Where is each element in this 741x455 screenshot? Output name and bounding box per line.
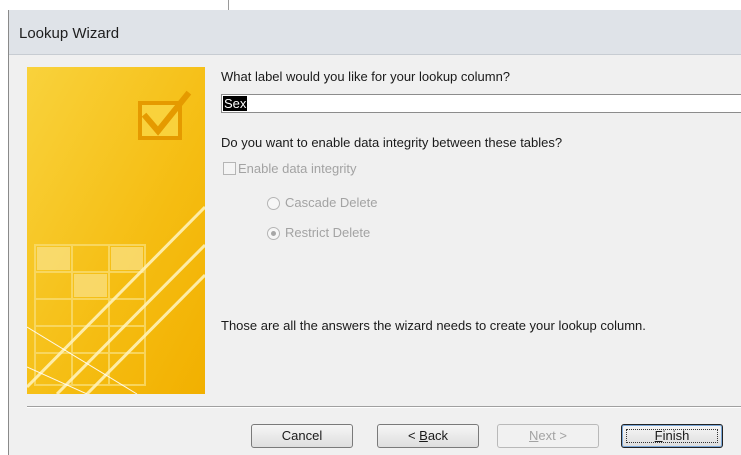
cancel-button[interactable]: Cancel <box>251 424 353 448</box>
background-divider <box>228 0 229 10</box>
focus-rectangle <box>626 429 718 443</box>
back-button[interactable]: < Back <box>377 424 479 448</box>
dialog-body: What label would you like for your looku… <box>9 55 741 455</box>
next-button[interactable]: Next > <box>497 424 599 448</box>
label-prompt: What label would you like for your looku… <box>221 69 511 84</box>
selected-text: Sex <box>223 96 248 111</box>
back-button-accel: B <box>419 428 428 443</box>
next-button-accel: N <box>529 428 539 443</box>
integrity-question: Do you want to enable data integrity bet… <box>221 135 563 150</box>
back-button-rest: ack <box>427 428 449 443</box>
finish-button[interactable]: Finish <box>621 424 723 448</box>
cancel-button-label: Cancel <box>281 428 323 443</box>
finish-note: Those are all the answers the wizard nee… <box>221 318 646 333</box>
next-button-rest: ext > <box>538 428 567 443</box>
cascade-delete-label: Cascade Delete <box>285 195 378 210</box>
lookup-label-input[interactable]: Sex <box>221 94 741 113</box>
cascade-delete-radio[interactable] <box>267 197 280 210</box>
button-separator <box>27 406 741 408</box>
enable-integrity-checkbox[interactable] <box>223 162 236 175</box>
title-bar[interactable]: Lookup Wizard <box>9 10 741 55</box>
background-strip <box>0 0 741 10</box>
window-title: Lookup Wizard <box>19 25 120 42</box>
restrict-delete-radio[interactable] <box>267 227 280 240</box>
restrict-delete-label: Restrict Delete <box>285 225 371 240</box>
back-button-prefix: < <box>407 428 420 443</box>
enable-integrity-label: Enable data integrity <box>238 161 357 176</box>
wizard-banner-image <box>27 67 205 394</box>
checkbox-check-icon <box>138 90 192 140</box>
lookup-wizard-dialog: Lookup Wizard What label would you like … <box>8 10 741 455</box>
